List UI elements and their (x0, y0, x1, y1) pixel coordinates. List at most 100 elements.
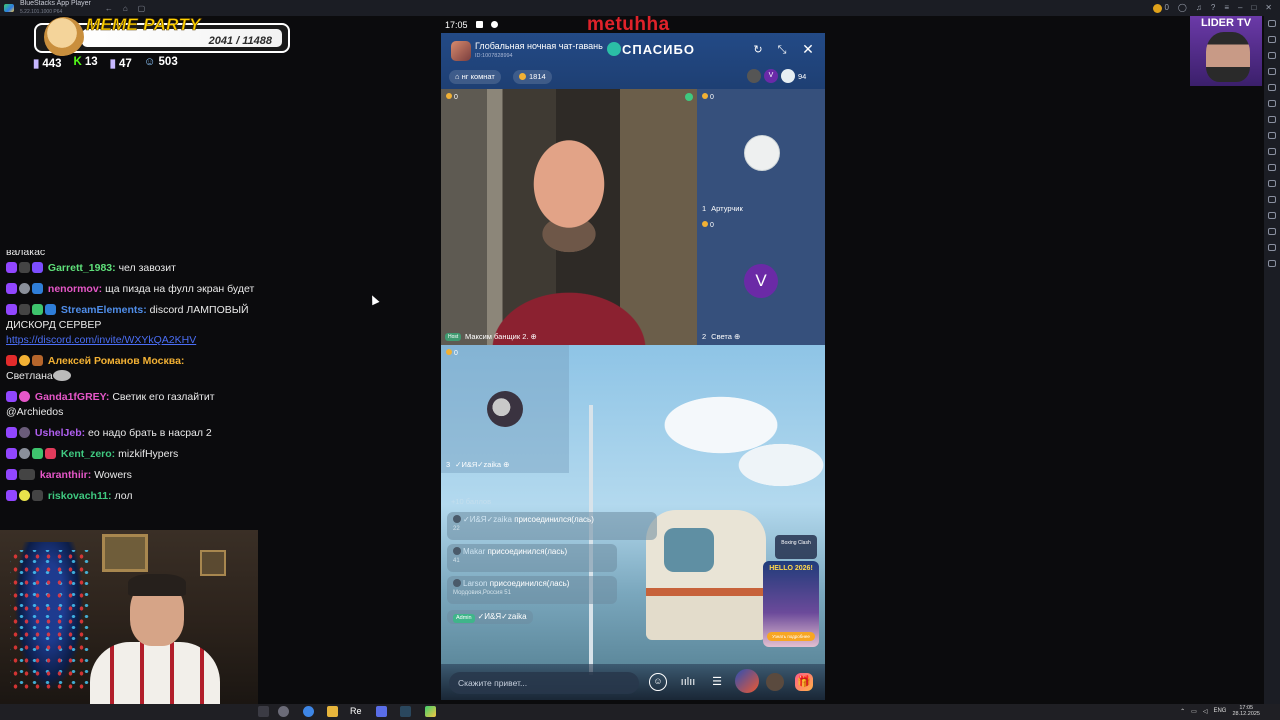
sidebar-tool-icon[interactable] (1268, 132, 1276, 139)
file-explorer-icon[interactable] (327, 706, 338, 717)
settings-icon[interactable]: ≡ (1224, 3, 1229, 12)
sidebar-tool-icon[interactable] (1268, 260, 1276, 267)
stat-users: ☺ 503 (144, 56, 178, 70)
clock[interactable]: 17:05 28.12.2025 (1232, 705, 1260, 717)
admin-username[interactable]: ✓И&Я✓zaika (478, 612, 527, 621)
sidebar-tool-icon[interactable] (1268, 228, 1276, 235)
sidebar-tool-icon[interactable] (1268, 68, 1276, 75)
gift-icon[interactable]: 🎁 (795, 673, 813, 691)
minimize-icon[interactable]: – (1238, 3, 1242, 12)
chat-username[interactable]: StreamElements: (61, 304, 147, 316)
room-avatar[interactable] (451, 41, 471, 61)
room-tag-chip[interactable]: ⌂ нг комнат (449, 70, 501, 84)
sidebar-tool-icon[interactable] (1268, 148, 1276, 155)
new-year-event-card[interactable]: HELLO 2026! Узнать подробнее (763, 561, 819, 647)
sidebar-tool-icon[interactable] (1268, 100, 1276, 107)
share-icon[interactable]: ↻ (751, 43, 765, 57)
sidebar-tool-icon[interactable] (1268, 52, 1276, 59)
steam-icon[interactable] (400, 706, 411, 717)
discord-link[interactable]: https://discord.com/invite/WXYkQA2KHV (6, 334, 196, 346)
train-illustration (646, 510, 766, 640)
sidebar-tool-icon[interactable] (1268, 180, 1276, 187)
boxing-clash-card[interactable]: Boxing Clash (775, 535, 817, 559)
minimize-room-icon[interactable]: ⤡ (775, 43, 789, 57)
emoji-icon[interactable]: ☺ (649, 673, 667, 691)
sidebar-tool-icon[interactable] (1268, 20, 1276, 27)
close-window-icon[interactable]: ✕ (1265, 3, 1272, 12)
chevron-up-icon[interactable]: ⌃ (1180, 708, 1185, 715)
bluestacks-icon[interactable] (425, 706, 436, 717)
join-username[interactable]: Larson (463, 579, 487, 588)
viewer-avatars[interactable]: V 94 (747, 69, 806, 83)
avatar (453, 579, 461, 587)
help-icon[interactable]: ? (1211, 3, 1215, 12)
twitch-badge-icon (6, 490, 17, 501)
discord-icon[interactable] (376, 706, 387, 717)
sidebar-tool-icon[interactable] (1268, 164, 1276, 171)
maximize-icon[interactable]: □ (1251, 3, 1256, 12)
admin-badge: Admin (453, 614, 475, 623)
language-indicator[interactable]: ENG (1213, 708, 1226, 714)
coin-balance[interactable]: 0 (1153, 3, 1169, 13)
room-coins-chip[interactable]: 1814 (513, 70, 552, 84)
account-icon[interactable]: ◯ (1178, 3, 1187, 12)
network-icon[interactable]: ▭ (1191, 708, 1197, 715)
thanks-label: СПАСИБО (622, 42, 695, 57)
chat-username[interactable]: Алексей Романов Москва: (48, 355, 185, 367)
viewer-avatar (781, 69, 795, 83)
chat-username[interactable]: Ganda1fGREY: (35, 391, 109, 403)
taskbar-app-icon[interactable] (278, 706, 289, 717)
sidebar-tool-icon[interactable] (1268, 36, 1276, 43)
window-controls: 0 ◯ ♫ ? ≡ – □ ✕ (1153, 3, 1280, 13)
badge-icon (32, 490, 43, 501)
sidebar-tool-icon[interactable] (1268, 196, 1276, 203)
sidebar-tool-icon[interactable] (1268, 84, 1276, 91)
user-icon: ☺ (143, 56, 156, 68)
taskbar-app-label[interactable]: Re (350, 706, 362, 716)
back-icon[interactable]: ← (105, 4, 113, 13)
taskbar-app-icon[interactable] (303, 706, 314, 717)
wall-picture (102, 534, 148, 572)
sidebar-tool-icon[interactable] (1268, 212, 1276, 219)
chat-username[interactable]: Kent_zero: (61, 448, 115, 460)
doge-icon (44, 17, 84, 57)
chat-message: Ganda1fGREY: Светик его газлайтит @Archi… (6, 390, 262, 420)
thanks-overlay: СПАСИБО (607, 42, 695, 57)
twitch-icon: ▮ (109, 58, 116, 70)
chat-text: ща пизда на фулл экран будет (105, 283, 255, 295)
sidebar-tool-icon[interactable] (1268, 244, 1276, 251)
chat-username[interactable]: karanthiir: (40, 469, 91, 481)
sidebar-tool-icon[interactable] (1268, 116, 1276, 123)
coin-icon (519, 73, 526, 80)
game-icon[interactable] (735, 669, 759, 693)
lucky-box-icon[interactable] (766, 673, 784, 691)
chat-text: чел завозит (118, 262, 176, 274)
join-level: 41 (453, 558, 460, 564)
tabs-icon[interactable]: ▢ (138, 4, 146, 13)
voice-icon[interactable]: ıılıı (679, 673, 697, 691)
volume-icon[interactable]: ◁ (1203, 708, 1208, 715)
taskbar-app-icon[interactable] (258, 706, 269, 717)
chat-username[interactable]: Garrett_1983: (48, 262, 116, 274)
chat-username[interactable]: riskovach11: (48, 490, 112, 502)
seat-tile[interactable]: 0 1 Артурчик (697, 89, 825, 217)
join-username[interactable]: ✓И&Я✓zaika (463, 515, 512, 524)
event-details-button[interactable]: Узнать подробнее (767, 632, 815, 641)
menu-icon[interactable]: ☰ (708, 673, 726, 691)
message-input[interactable]: Скажите привет... (449, 672, 639, 694)
seat-tile[interactable]: 0 3 ✓И&Я✓zaika ⊕ (441, 345, 569, 473)
avatar (19, 391, 30, 402)
chat-message: Garrett_1983: чел завозит (6, 261, 262, 276)
close-room-icon[interactable]: ✕ (800, 41, 816, 57)
notifications-icon[interactable]: ♫ (1196, 3, 1202, 12)
bluestacks-logo-icon (4, 4, 14, 12)
chat-username[interactable]: UshelJeb: (35, 427, 85, 439)
host-video-tile[interactable]: 0 Host Максим банщик 2. ⊕ (441, 89, 697, 345)
thanks-icon (607, 42, 621, 56)
viewer-avatar: V (764, 69, 778, 83)
join-username[interactable]: Makar (463, 547, 485, 556)
chat-username[interactable]: nenormov: (48, 283, 102, 295)
seat-tile[interactable]: 0 V 2 Света ⊕ (697, 217, 825, 345)
home-icon[interactable]: ⌂ (123, 4, 128, 13)
room-title[interactable]: Глобальная ночная чат-гавань (475, 41, 603, 51)
